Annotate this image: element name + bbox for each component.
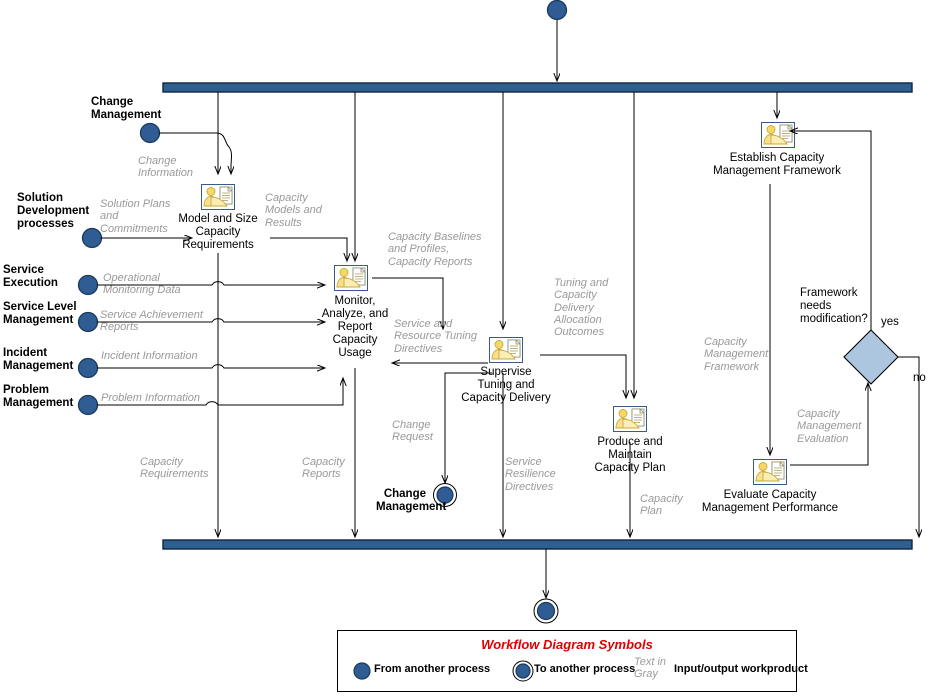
legend-gray-text-sample: Text in Gray [634, 656, 667, 680]
workproduct-label-solution-plans: Solution Plans and Commitments [100, 198, 171, 235]
activity-label-establish-framework: Establish Capacity Management Framework [713, 152, 841, 177]
start-node-service-level-management [77, 311, 99, 333]
workproduct-label-capacity-plan: Capacity Plan [640, 493, 683, 518]
actor-label-service-execution: Service Execution [3, 264, 58, 289]
edge-model-to-monitor [270, 237, 347, 261]
decision-question-label: Framework needs modification? [800, 287, 868, 325]
workproduct-label-capacity-baselines-profiles: Capacity Baselines and Profiles, Capacit… [388, 231, 482, 268]
activity-evaluate-performance-icon [753, 459, 787, 485]
actor-label-change-management-top: Change Management [91, 96, 162, 121]
edge-incident-management-to-monitor [97, 364, 325, 368]
legend-from-another-process-label: From another process [374, 663, 491, 675]
workproduct-label-tuning-capacity-delivery-outcomes: Tuning and Capacity Delivery Allocation … [554, 277, 609, 339]
start-node [546, 0, 568, 21]
actor-label-incident-management: Incident Management [3, 347, 74, 372]
legend-box: Workflow Diagram Symbols From another pr… [337, 630, 808, 692]
legend-from-another-process-icon [353, 662, 371, 680]
activity-establish-framework-icon [761, 122, 795, 148]
workproduct-label-service-achievement-reports: Service Achievement Reports [100, 309, 203, 334]
end-node [533, 598, 559, 624]
activity-label-supervise-tuning: Supervise Tuning and Capacity Delivery [461, 366, 551, 404]
activity-produce-plan-icon [613, 406, 647, 432]
activity-label-model-and-size: Model and Size Capacity Requirements [178, 213, 258, 251]
workproduct-label-capacity-management-evaluation: Capacity Management Evaluation [797, 408, 862, 445]
workproduct-label-service-resource-tuning-directives: Service and Resource Tuning Directives [394, 318, 477, 355]
legend-to-another-process-label: To another process [534, 663, 636, 675]
activity-label-monitor-analyze-report: Monitor, Analyze, and Report Capacity Us… [321, 295, 389, 359]
start-node-solution-development [81, 227, 103, 249]
workproduct-label-capacity-requirements: Capacity Requirements [140, 456, 209, 481]
legend-to-another-process-icon [512, 660, 534, 682]
decision-branch-yes-label: yes [881, 316, 899, 328]
workproduct-label-change-information: Change Information [138, 155, 194, 180]
actor-label-problem-management: Problem Management [3, 384, 74, 409]
workproduct-label-operational-monitoring-data: Operational Monitoring Data [103, 272, 181, 297]
bottom-synchronization-bar [162, 539, 913, 550]
decision-framework-needs-modification [843, 329, 899, 385]
workproduct-label-change-request: Change Request [392, 419, 433, 444]
activity-model-and-size-icon [201, 184, 235, 210]
activity-label-evaluate-performance: Evaluate Capacity Management Performance [701, 489, 839, 514]
activity-label-produce-maintain-plan: Produce and Maintain Capacity Plan [594, 436, 666, 474]
decision-branch-no-label: no [913, 372, 926, 384]
activity-supervise-icon [489, 337, 523, 363]
legend-workproduct-label: Input/output workproduct [674, 663, 808, 675]
workproduct-label-incident-information: Incident Information [101, 350, 198, 362]
workproduct-label-service-resilience-directives: Service Resilience Directives [505, 456, 556, 493]
actor-label-change-management-end: Change Management [376, 488, 447, 513]
start-node-service-execution [77, 274, 99, 296]
legend-title: Workflow Diagram Symbols [481, 637, 653, 652]
workproduct-label-capacity-management-framework: Capacity Management Framework [704, 336, 769, 373]
workproduct-label-problem-information: Problem Information [101, 392, 201, 404]
activity-monitor-icon [334, 265, 368, 291]
top-synchronization-bar [162, 82, 913, 93]
start-node-change-management [139, 122, 161, 144]
start-node-problem-management [77, 394, 99, 416]
actor-label-service-level-management: Service Level Management [3, 301, 77, 326]
start-node-incident-management [77, 357, 99, 379]
actor-label-solution-development: Solution Development processes [17, 192, 90, 230]
workproduct-label-capacity-models-results: Capacity Models and Results [265, 192, 322, 229]
workproduct-label-capacity-reports: Capacity Reports [302, 456, 345, 481]
